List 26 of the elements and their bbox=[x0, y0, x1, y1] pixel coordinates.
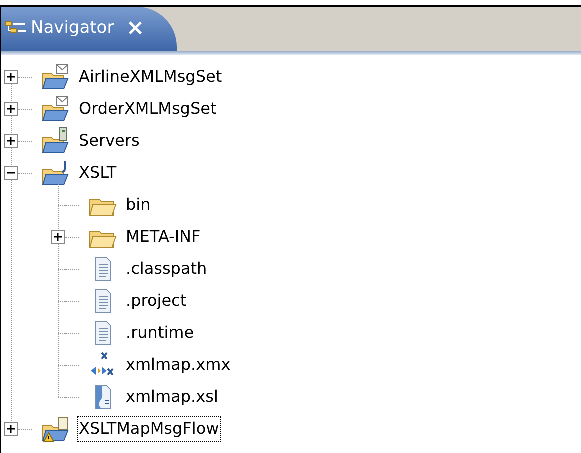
close-button[interactable]: × bbox=[126, 18, 145, 40]
expand-icon[interactable] bbox=[4, 102, 18, 116]
tree-item-label[interactable]: bin bbox=[124, 192, 153, 218]
project-warning-folder-icon bbox=[41, 415, 71, 443]
tree-item-label[interactable]: xmlmap.xsl bbox=[124, 384, 220, 410]
expand-icon[interactable] bbox=[4, 70, 18, 84]
tree-item-label[interactable]: XSLTMapMsgFlow bbox=[77, 416, 222, 442]
tree-item-label[interactable]: OrderXMLMsgSet bbox=[77, 96, 219, 122]
tree-item-label[interactable]: xmlmap.xmx bbox=[124, 352, 233, 378]
tree-item-label[interactable]: .project bbox=[124, 288, 189, 314]
tree-item-label[interactable]: AirlineXMLMsgSet bbox=[77, 64, 224, 90]
tree-item-label[interactable]: META-INF bbox=[124, 224, 203, 250]
tree-item-label[interactable]: Servers bbox=[77, 128, 142, 154]
expand-icon[interactable] bbox=[51, 230, 65, 244]
expand-icon[interactable] bbox=[4, 422, 18, 436]
project-mail-folder-icon bbox=[41, 63, 71, 91]
expand-icon[interactable] bbox=[4, 134, 18, 148]
project-folder-icon bbox=[41, 159, 71, 187]
collapse-icon[interactable] bbox=[4, 166, 18, 180]
navigator-tab[interactable]: Navigator × bbox=[1, 7, 177, 51]
tree-item-label[interactable]: .runtime bbox=[124, 320, 196, 346]
project-mail-folder-icon bbox=[41, 95, 71, 123]
project-server-folder-icon bbox=[41, 127, 71, 155]
tree-item-label[interactable]: XSLT bbox=[77, 160, 119, 186]
tab-title: Navigator bbox=[31, 17, 114, 40]
tree-item-label[interactable]: .classpath bbox=[124, 256, 210, 282]
